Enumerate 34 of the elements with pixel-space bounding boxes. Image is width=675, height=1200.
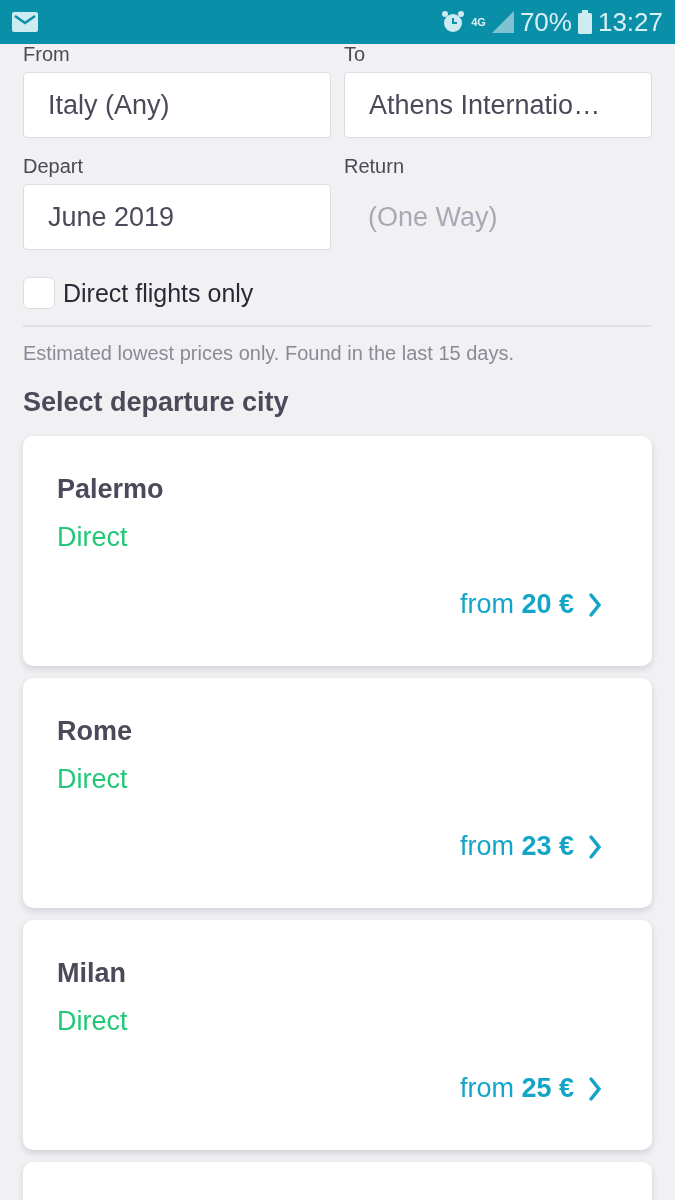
chevron-icon: [588, 1075, 602, 1102]
city-name: Rome: [57, 716, 133, 747]
network-type: 4G: [471, 16, 486, 28]
field-label: To: [344, 44, 367, 67]
checkbox[interactable]: [23, 277, 55, 309]
depart-field[interactable]: June 2019: [23, 184, 331, 250]
city-name: Milan: [57, 958, 127, 989]
city-card[interactable]: Palermo Direct from 20 €: [23, 436, 652, 666]
alarm-icon: [441, 10, 466, 34]
signal-icon: [491, 11, 514, 33]
field-label: Depart: [23, 156, 85, 179]
city-card[interactable]: Milan Direct from 25 €: [23, 920, 652, 1150]
price: from 25 €: [459, 1073, 574, 1104]
clock: 13:27: [597, 6, 663, 38]
chevron-icon: [588, 833, 602, 860]
price-note: Estimated lowest prices only. Found in the last 15 days.: [23, 342, 515, 365]
city-name: Palermo: [57, 474, 165, 505]
stops-label: Direct: [57, 522, 129, 553]
city-card[interactable]: Rome Direct from 23 €: [23, 678, 652, 908]
price: from 20 €: [459, 589, 574, 620]
from-field[interactable]: Italy (Any): [23, 72, 331, 138]
price: from 23 €: [459, 831, 574, 862]
return-field[interactable]: (One Way): [344, 184, 652, 250]
stops-label: Direct: [57, 1006, 129, 1037]
chevron-icon: [588, 591, 602, 618]
field-label: From: [23, 44, 71, 67]
section-title: Select departure city: [23, 387, 290, 418]
to-field[interactable]: Athens Internatio…: [344, 72, 652, 138]
field-label: Return: [344, 156, 406, 179]
checkbox-label: Direct flights only: [63, 278, 254, 308]
mail-icon: [12, 12, 38, 32]
battery-icon: [577, 10, 592, 34]
stops-label: Direct: [57, 764, 129, 795]
battery-percent: 70%: [519, 6, 572, 38]
